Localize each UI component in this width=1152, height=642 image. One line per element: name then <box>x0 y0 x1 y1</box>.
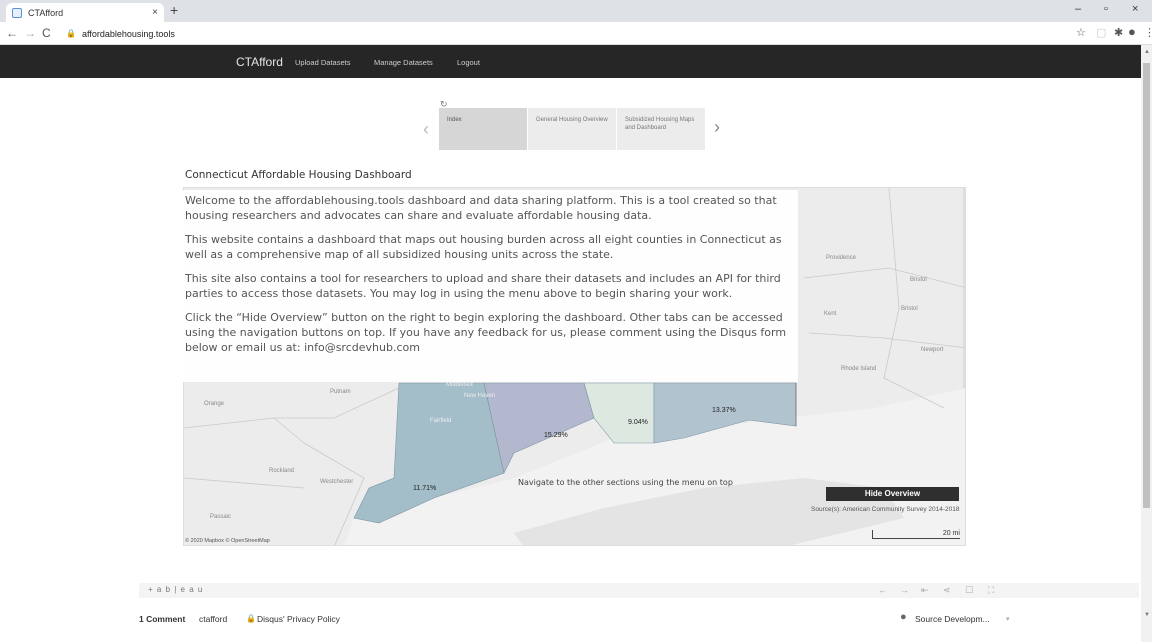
label-new-haven: New Haven <box>464 393 496 399</box>
extension-icon[interactable]: ▢ <box>1096 26 1106 39</box>
label-rhode-island: Rhode Island <box>841 366 877 372</box>
label-orange: Orange <box>204 401 225 407</box>
label-rockland: Rockland <box>269 468 295 474</box>
nav-upload-datasets[interactable]: Upload Datasets <box>295 58 350 67</box>
chevron-down-icon[interactable]: ▾ <box>1006 615 1010 623</box>
overview-panel: Welcome to the affordablehousing.tools d… <box>183 190 798 382</box>
reload-icon[interactable]: C <box>42 26 51 40</box>
nav-manage-datasets[interactable]: Manage Datasets <box>374 58 433 67</box>
dashboard-title: Connecticut Affordable Housing Dashboard <box>185 169 412 181</box>
label-kent: Kent <box>824 311 837 317</box>
story-prev-icon[interactable]: ‹ <box>423 119 429 140</box>
label-fairfield: Fairfield <box>430 418 452 424</box>
avatar[interactable]: ● <box>900 611 907 623</box>
scroll-down-icon[interactable]: ▼ <box>1144 612 1150 618</box>
new-tab-button[interactable]: + <box>170 2 178 18</box>
lock-icon: 🔒 <box>246 614 256 623</box>
privacy-policy-link[interactable]: Disqus' Privacy Policy <box>257 614 340 624</box>
back-icon[interactable]: ← <box>6 26 18 40</box>
label-middlesex: Middlesex <box>446 382 474 388</box>
site-navbar: CTAfford Upload Datasets Manage Datasets… <box>0 45 1141 78</box>
navigation-hint: Navigate to the other sections using the… <box>518 478 733 487</box>
story-tab-index[interactable]: Index <box>439 108 527 150</box>
menu-kebab-icon[interactable]: ⋮ <box>1144 26 1152 39</box>
tableau-logo[interactable]: + a b | e a u <box>148 585 203 594</box>
undo-icon[interactable]: ← <box>878 585 887 595</box>
county-middlesex <box>583 382 655 444</box>
pct-new-haven[interactable]: 15.29% <box>544 432 568 439</box>
puzzle-icon[interactable]: ✱ <box>1114 26 1123 39</box>
maximize-button[interactable]: ▫ <box>1104 3 1108 15</box>
nav-logout[interactable]: Logout <box>457 58 480 67</box>
label-newport: Newport <box>921 347 944 353</box>
label-bristol-1: Bristol <box>910 277 927 283</box>
disqus-org[interactable]: Source Developm... <box>915 614 990 624</box>
hide-overview-button[interactable]: Hide Overview <box>826 487 959 501</box>
label-bristol-2: Bristol <box>901 306 918 312</box>
redo-icon[interactable]: → <box>900 585 909 595</box>
bookmark-star-icon[interactable]: ☆ <box>1076 26 1086 39</box>
overview-paragraph: This site also contains a tool for resea… <box>185 272 781 300</box>
window-close-button[interactable]: × <box>1132 3 1138 15</box>
revert-icon[interactable]: ⇤ <box>921 585 929 596</box>
fullscreen-icon[interactable]: ⛶ <box>988 585 994 596</box>
minimize-button[interactable]: – <box>1075 3 1081 15</box>
story-tab-subsidized-housing[interactable]: Subsidized Housing Maps and Dashboard <box>617 108 705 150</box>
label-westchester: Westchester <box>320 479 354 485</box>
address-bar: ← → C 🔒 affordablehousing.tools ☆ ▢ ✱ ● … <box>0 22 1152 45</box>
pct-new-london[interactable]: 13.37% <box>712 407 736 414</box>
browser-tab[interactable]: CTAfford × <box>6 3 164 22</box>
story-tab-general-housing[interactable]: General Housing Overview <box>528 108 616 150</box>
profile-icon[interactable]: ● <box>1128 24 1136 39</box>
map-copyright[interactable]: © 2020 Mapbox © OpenStreetMap <box>185 538 270 544</box>
comment-icon[interactable]: ☐ <box>965 585 973 596</box>
label-passaic: Passaic <box>210 514 232 520</box>
lock-icon: 🔒 <box>66 29 76 38</box>
page-scrollbar[interactable]: ▲ ▼ <box>1141 45 1152 642</box>
scrollbar-thumb[interactable] <box>1143 63 1150 508</box>
browser-tab-title: CTAfford <box>28 7 64 18</box>
share-icon[interactable]: ⋖ <box>943 585 951 596</box>
label-putnam: Putnam <box>330 389 351 395</box>
label-providence: Providence <box>826 255 857 261</box>
pct-fairfield[interactable]: 11.71% <box>413 485 436 492</box>
url-field[interactable]: 🔒 affordablehousing.tools <box>66 25 1066 42</box>
brand-link[interactable]: CTAfford <box>236 55 283 69</box>
pct-middlesex[interactable]: 9.04% <box>628 419 648 426</box>
favicon-icon <box>12 7 22 18</box>
overview-paragraph: Click the “Hide Overview” button on the … <box>185 311 787 354</box>
url-text: affordablehousing.tools <box>81 28 175 39</box>
comment-count: 1 Comment <box>139 614 186 624</box>
browser-tab-bar: CTAfford × + – ▫ × <box>0 0 1152 22</box>
map-scale-bar: 20 mi <box>872 530 960 539</box>
forward-icon[interactable]: → <box>24 26 36 40</box>
scroll-up-icon[interactable]: ▲ <box>1144 49 1150 55</box>
overview-paragraph: Welcome to the affordablehousing.tools d… <box>185 194 777 222</box>
tab-close-icon[interactable]: × <box>152 7 158 18</box>
disqus-user[interactable]: ctafford <box>199 614 227 624</box>
overview-paragraph: This website contains a dashboard that m… <box>185 233 782 261</box>
story-next-icon[interactable]: › <box>714 117 720 138</box>
source-note: Source(s): American Community Survey 201… <box>811 506 960 513</box>
